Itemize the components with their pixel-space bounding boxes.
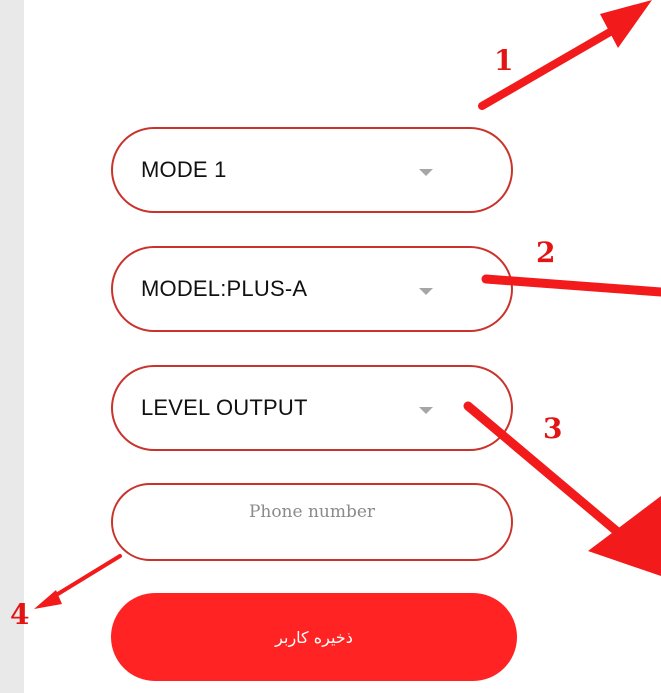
arrow-icon xyxy=(481,274,661,297)
arrow-icon-head xyxy=(600,0,652,48)
annotation-marker-4: 4 xyxy=(10,598,30,631)
annotation-marker-3: 3 xyxy=(543,412,563,445)
arrow-icon xyxy=(46,554,122,602)
annotation-marker-1: 1 xyxy=(494,44,514,77)
arrow-icon-head xyxy=(588,496,661,576)
annotation-marker-2: 2 xyxy=(536,236,556,269)
annotation-arrows xyxy=(34,0,661,609)
